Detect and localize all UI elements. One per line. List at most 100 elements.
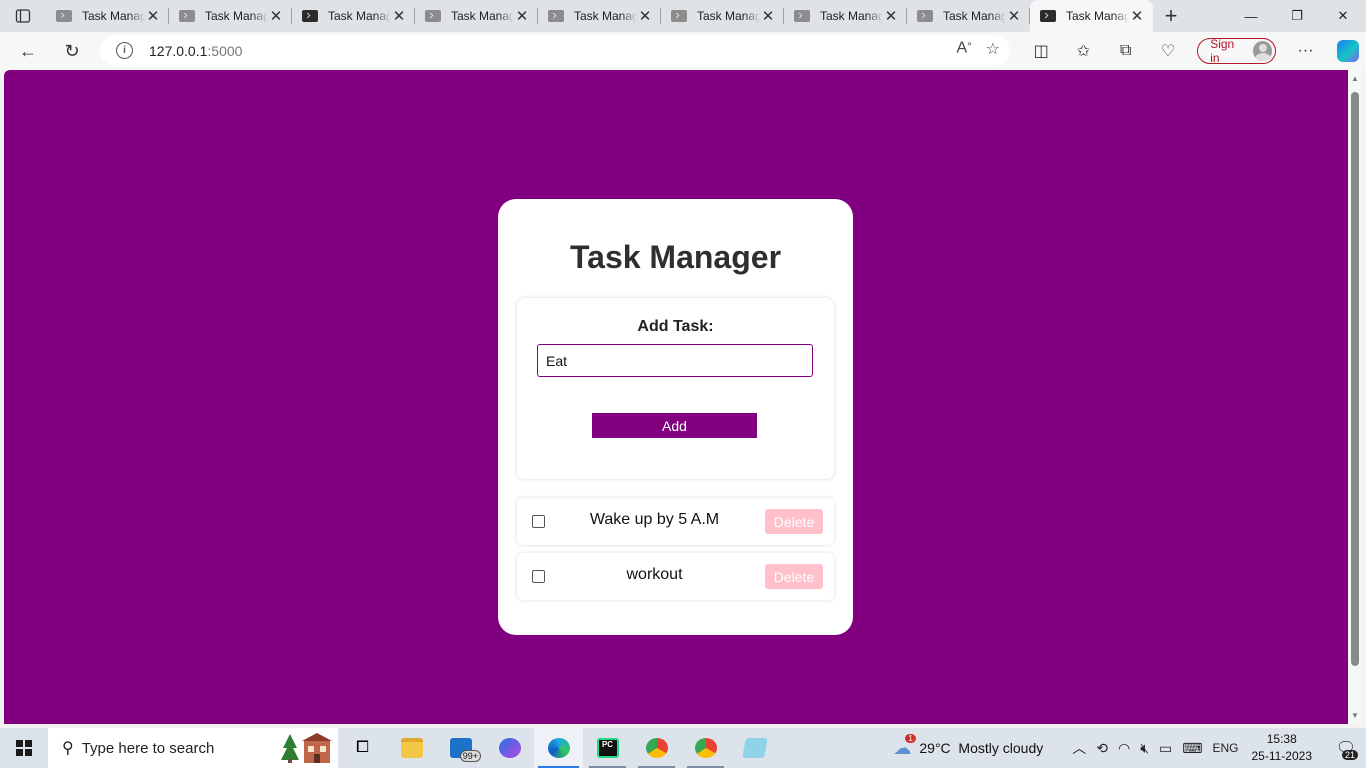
close-tab-icon[interactable]: ✕ bbox=[391, 7, 407, 25]
mail-button[interactable]: 99+ bbox=[436, 728, 485, 768]
copilot-taskbar-button[interactable] bbox=[485, 728, 534, 768]
close-icon: ✕ bbox=[1337, 8, 1349, 23]
task-checkbox[interactable] bbox=[532, 515, 545, 528]
refresh-button[interactable]: ↻ bbox=[50, 32, 94, 70]
page-icon bbox=[548, 10, 564, 22]
task-view-button[interactable]: ⧠ bbox=[338, 728, 387, 768]
browser-tab[interactable]: Task Manager✕ bbox=[292, 0, 415, 32]
minimize-button[interactable]: — bbox=[1228, 0, 1274, 32]
windows-taskbar: ⚲ Type here to search ⧠ 99+ PC ☁ 1 29°C … bbox=[0, 728, 1366, 768]
browser-tab-strip: Task Manager✕Task Manager✕Task Manager✕T… bbox=[0, 0, 1366, 32]
close-window-button[interactable]: ✕ bbox=[1320, 0, 1366, 32]
favorite-star-icon[interactable]: ☆ bbox=[986, 39, 1000, 59]
browser-tab[interactable]: Task Manager✕ bbox=[415, 0, 538, 32]
volume-muted-icon[interactable]: 🔇︎ bbox=[1140, 740, 1149, 757]
tab-actions-button[interactable] bbox=[0, 0, 46, 32]
browser-tab[interactable]: Task Manager✕ bbox=[538, 0, 661, 32]
scroll-up-icon[interactable]: ▲ bbox=[1350, 74, 1360, 83]
tab-title: Task Manager bbox=[205, 9, 268, 23]
sync-icon[interactable]: ⟲ bbox=[1096, 740, 1108, 757]
pycharm-button[interactable]: PC bbox=[583, 728, 632, 768]
copilot-icon bbox=[1336, 40, 1359, 62]
tab-list: Task Manager✕Task Manager✕Task Manager✕T… bbox=[46, 0, 1153, 32]
start-button[interactable] bbox=[0, 728, 48, 768]
collections-button[interactable]: ⧉ bbox=[1105, 32, 1147, 70]
windows-logo-icon bbox=[16, 740, 32, 756]
delete-button[interactable]: Delete bbox=[765, 564, 823, 589]
sign-in-button[interactable]: Sign in bbox=[1197, 37, 1277, 65]
battery-icon[interactable]: ▭ bbox=[1159, 740, 1172, 757]
browser-tab[interactable]: Task Manager✕ bbox=[1030, 0, 1153, 32]
notification-center-button[interactable]: 🗨︎ 21 bbox=[1326, 728, 1366, 768]
url-host: 127.0.0.1 bbox=[149, 42, 208, 59]
read-aloud-icon[interactable]: A» bbox=[957, 39, 972, 59]
taskbar-search[interactable]: ⚲ Type here to search bbox=[48, 728, 338, 768]
tab-title: Task Manager bbox=[697, 9, 760, 23]
scrollbar-thumb[interactable] bbox=[1351, 92, 1359, 666]
chrome-profile-icon bbox=[694, 738, 717, 758]
more-dots-icon: ··· bbox=[1297, 42, 1314, 59]
copilot-button[interactable] bbox=[1327, 32, 1366, 70]
terminal-icon bbox=[302, 10, 318, 22]
task-text: workout bbox=[626, 566, 683, 583]
page-scrollbar[interactable]: ▲ ▼ bbox=[1348, 70, 1362, 724]
chrome-button-2[interactable] bbox=[681, 728, 730, 768]
browser-tab[interactable]: Task Manager✕ bbox=[169, 0, 292, 32]
collections-icon: ⧉ bbox=[1120, 42, 1132, 59]
settings-more-button[interactable]: ··· bbox=[1284, 32, 1326, 70]
browser-tab[interactable]: Task Manager✕ bbox=[661, 0, 784, 32]
language-indicator[interactable]: ENG bbox=[1212, 741, 1238, 755]
tab-actions-icon bbox=[15, 9, 31, 23]
chrome-icon bbox=[645, 738, 668, 758]
folder-icon bbox=[400, 738, 423, 758]
edge-icon bbox=[547, 738, 570, 758]
clock-time: 15:38 bbox=[1266, 732, 1297, 746]
close-tab-icon[interactable]: ✕ bbox=[760, 7, 776, 25]
task-checkbox[interactable] bbox=[532, 570, 545, 583]
page-icon bbox=[425, 10, 441, 22]
close-tab-icon[interactable]: ✕ bbox=[883, 7, 899, 25]
heart-pulse-icon: ♡ bbox=[1160, 43, 1176, 60]
add-button[interactable]: Add bbox=[592, 413, 757, 438]
wifi-icon[interactable]: ◠ bbox=[1118, 740, 1130, 757]
close-tab-icon[interactable]: ✕ bbox=[637, 7, 653, 25]
avatar-icon bbox=[1253, 41, 1273, 61]
browser-tab[interactable]: Task Manager✕ bbox=[907, 0, 1030, 32]
restore-button[interactable]: ❐ bbox=[1274, 0, 1320, 32]
delete-button[interactable]: Delete bbox=[765, 509, 823, 534]
notepad-button[interactable] bbox=[730, 728, 779, 768]
keyboard-icon[interactable]: ⌨ bbox=[1182, 740, 1202, 757]
notepad-icon bbox=[741, 738, 768, 758]
page-title: Task Manager bbox=[569, 239, 782, 275]
new-tab-button[interactable]: + bbox=[1153, 0, 1189, 32]
edge-taskbar-button[interactable] bbox=[534, 728, 583, 768]
restore-icon: ❐ bbox=[1291, 8, 1303, 23]
clock[interactable]: 15:38 25-11-2023 bbox=[1252, 731, 1313, 765]
browser-tab[interactable]: Task Manager✕ bbox=[46, 0, 169, 32]
close-tab-icon[interactable]: ✕ bbox=[1006, 7, 1022, 25]
window-controls: — ❐ ✕ bbox=[1228, 0, 1366, 32]
browser-tab[interactable]: Task Manager✕ bbox=[784, 0, 907, 32]
site-info-icon[interactable]: i bbox=[116, 42, 133, 59]
chevron-up-icon[interactable]: ︿ bbox=[1072, 738, 1086, 758]
close-tab-icon[interactable]: ✕ bbox=[514, 7, 530, 25]
browser-essentials-button[interactable]: ♡ bbox=[1147, 32, 1189, 70]
system-tray: ☁ 1 29°C Mostly cloudy ︿ ⟲ ◠ 🔇︎ ▭ ⌨ ENG … bbox=[893, 728, 1366, 768]
mail-badge: 99+ bbox=[459, 750, 481, 762]
tab-title: Task Manager bbox=[820, 9, 883, 23]
add-task-label: Add Task: bbox=[637, 318, 714, 335]
back-button[interactable]: ← bbox=[6, 32, 50, 70]
task-input[interactable] bbox=[537, 344, 813, 377]
close-tab-icon[interactable]: ✕ bbox=[1129, 7, 1145, 25]
close-tab-icon[interactable]: ✕ bbox=[145, 7, 161, 25]
address-bar[interactable]: i 127.0.0.1:5000 A» ☆ bbox=[100, 35, 1010, 66]
favorites-button[interactable]: ✩ bbox=[1062, 32, 1104, 70]
close-tab-icon[interactable]: ✕ bbox=[268, 7, 284, 25]
page-icon bbox=[179, 10, 195, 22]
chrome-button-1[interactable] bbox=[632, 728, 681, 768]
cloud-icon: ☁ 1 bbox=[893, 733, 916, 759]
file-explorer-button[interactable] bbox=[387, 728, 436, 768]
weather-widget[interactable]: ☁ 1 29°C Mostly cloudy bbox=[893, 733, 1043, 759]
split-screen-button[interactable]: ◫ bbox=[1020, 32, 1062, 70]
scroll-down-icon[interactable]: ▼ bbox=[1350, 711, 1360, 720]
